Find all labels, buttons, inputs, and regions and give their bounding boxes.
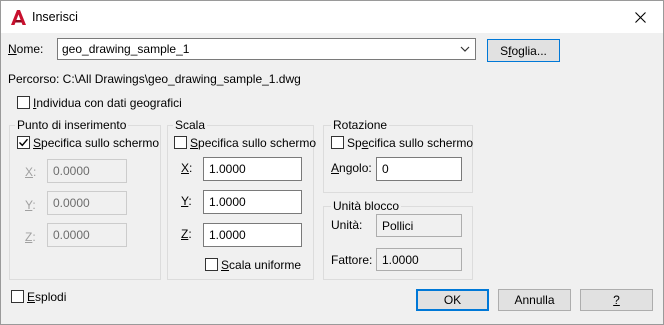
ok-button[interactable]: OK <box>416 289 489 311</box>
scale-x-label: X: <box>181 161 193 175</box>
uniform-scale-checkbox[interactable] <box>205 258 218 271</box>
scale-x-value: 1.0000 <box>209 162 246 176</box>
name-label: Nome: <box>8 42 44 56</box>
window-title: Inserisci <box>32 10 78 24</box>
insertion-x-input[interactable]: 0.0000 <box>47 159 127 183</box>
insertion-y-input[interactable]: 0.0000 <box>47 191 127 215</box>
insertion-x-label: X: <box>25 165 37 179</box>
factor-value: 1.0000 <box>382 253 419 267</box>
scale-z-label: Z: <box>181 227 192 241</box>
scale-y-value: 1.0000 <box>209 195 246 209</box>
rotation-specify-label: Specifica sullo schermo <box>347 136 474 150</box>
scale-z-input[interactable]: 1.0000 <box>203 223 302 247</box>
browse-button[interactable]: Sfoglia... <box>487 39 560 62</box>
insertion-y-label: Y: <box>25 198 36 212</box>
geo-label: Individua con dati geografici <box>33 96 182 110</box>
insertion-z-input[interactable]: 0.0000 <box>47 223 127 247</box>
uniform-scale-label: Scala uniforme <box>221 258 302 272</box>
insertion-specify-label: Specifica sullo schermo <box>33 136 160 150</box>
name-value: geo_drawing_sample_1 <box>62 42 190 56</box>
scale-specify-label: Specifica sullo schermo <box>190 136 317 150</box>
close-button[interactable] <box>617 1 663 33</box>
insert-dialog: Inserisci Nome: geo_drawing_sample_1 Sfo… <box>0 0 664 325</box>
insertion-z-label: Z: <box>25 230 36 244</box>
unit-value: Pollici <box>382 219 414 233</box>
rotation-specify-checkbox[interactable] <box>331 136 344 149</box>
angle-label: Angolo: <box>331 161 372 175</box>
angle-input[interactable]: 0 <box>376 157 462 181</box>
scale-x-input[interactable]: 1.0000 <box>203 157 302 181</box>
chevron-down-icon[interactable] <box>459 43 471 55</box>
browse-label: Sfoglia... <box>500 43 547 58</box>
block-unit-title: Unità blocco <box>331 199 402 213</box>
close-icon <box>634 11 646 23</box>
geo-checkbox[interactable] <box>17 96 30 109</box>
path-text: Percorso: C:\All Drawings\geo_drawing_sa… <box>8 72 301 86</box>
unit-value-box: Pollici <box>376 214 462 237</box>
scale-y-input[interactable]: 1.0000 <box>203 190 302 214</box>
ok-label: OK <box>443 293 462 307</box>
explode-checkbox[interactable] <box>11 290 24 303</box>
explode-label: Esplodi <box>27 290 67 304</box>
scale-z-value: 1.0000 <box>209 228 246 242</box>
checkmark-icon <box>19 138 29 147</box>
factor-value-box: 1.0000 <box>376 248 462 271</box>
cancel-label: Annulla <box>514 293 555 307</box>
help-label: ? <box>613 293 620 307</box>
insertion-specify-checkbox[interactable] <box>17 136 30 149</box>
name-combobox[interactable]: geo_drawing_sample_1 <box>57 38 476 60</box>
scale-title: Scala <box>173 118 208 132</box>
help-button[interactable]: ? <box>580 289 653 311</box>
autocad-logo-icon <box>11 10 26 25</box>
cancel-button[interactable]: Annulla <box>498 289 571 311</box>
insertion-y-value: 0.0000 <box>53 196 90 210</box>
insertion-x-value: 0.0000 <box>53 164 90 178</box>
rotation-title: Rotazione <box>331 118 390 132</box>
insertion-point-title: Punto di inserimento <box>15 118 129 132</box>
factor-label: Fattore: <box>331 253 373 267</box>
unit-label: Unità: <box>331 218 363 232</box>
title-bar[interactable]: Inserisci <box>1 1 663 33</box>
angle-value: 0 <box>382 162 389 176</box>
scale-y-label: Y: <box>181 194 192 208</box>
scale-specify-checkbox[interactable] <box>174 136 187 149</box>
insertion-z-value: 0.0000 <box>53 228 90 242</box>
